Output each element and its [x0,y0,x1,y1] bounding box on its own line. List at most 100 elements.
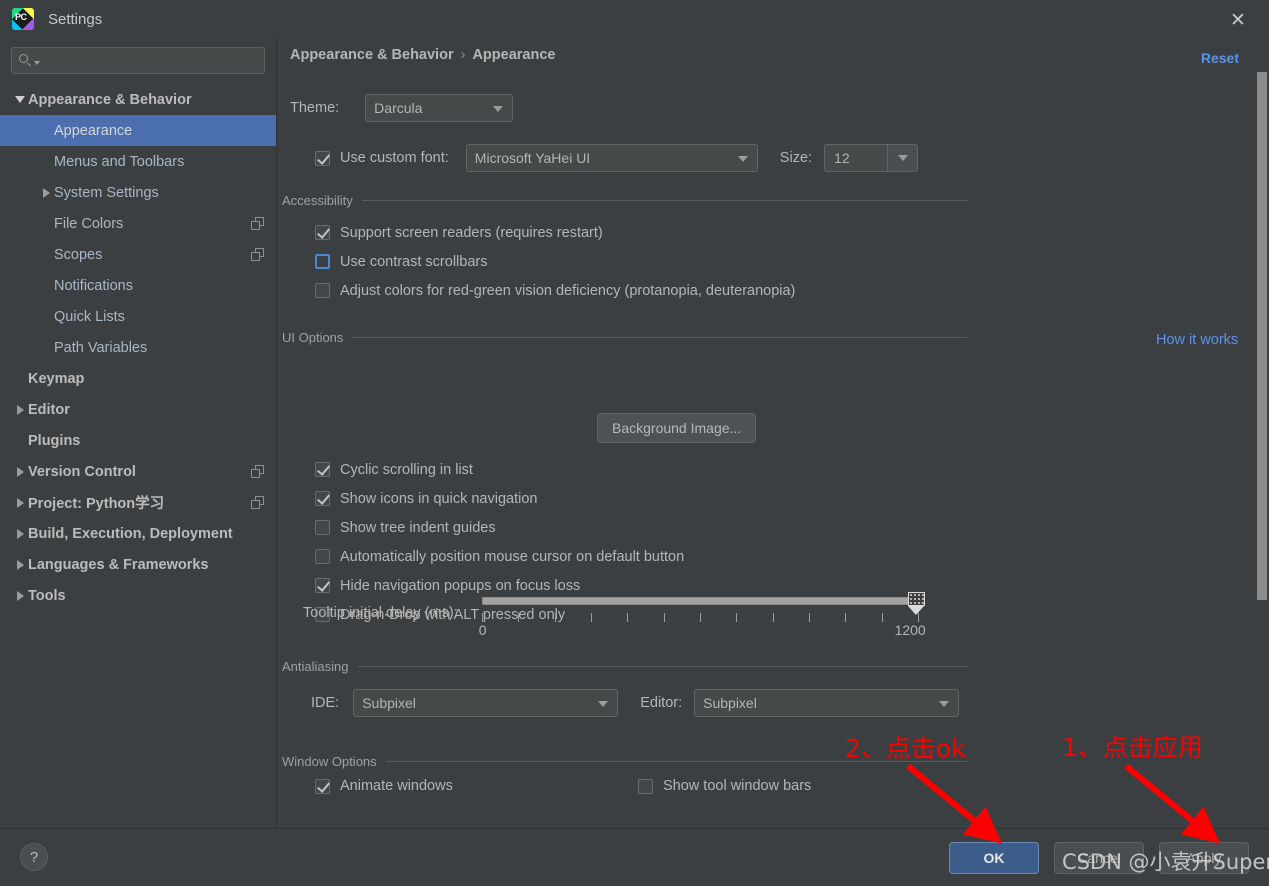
sidebar-item-quick-lists[interactable]: Quick Lists [0,301,276,332]
sidebar-item-appearance[interactable]: Appearance [0,115,276,146]
ui-option-checkbox-2[interactable] [315,520,330,535]
font-size-label: Size: [779,150,813,166]
ui-option-checkbox-3[interactable] [315,549,330,564]
antialiasing-row: IDE: Subpixel Editor: Subpixel [311,689,960,717]
sidebar-item-languages-frameworks[interactable]: Languages & Frameworks [0,549,276,580]
sidebar-item-label: System Settings [54,184,159,201]
chevron-right-icon[interactable] [12,580,28,611]
sidebar-item-label: Appearance & Behavior [28,91,192,108]
sidebar-item-path-variables[interactable]: Path Variables [0,332,276,363]
theme-select[interactable]: Darcula [365,94,514,122]
chevron-down-icon [493,106,504,112]
dialog-footer: ? OK Cancel Apply [0,828,1269,886]
window-title: Settings [48,10,103,28]
show-tool-window-bars-checkbox[interactable] [638,778,653,794]
search-input[interactable] [44,53,257,68]
ui-option-label: Show tree indent guides [340,519,496,536]
accessibility-option-row: Adjust colors for red-green vision defic… [315,276,795,305]
search-box[interactable] [11,47,265,74]
sidebar-item-menus-and-toolbars[interactable]: Menus and Toolbars [0,146,276,177]
chevron-right-icon[interactable] [38,177,54,208]
ui-option-checkbox-1[interactable] [315,491,330,506]
accessibility-checkbox-1[interactable] [315,254,330,269]
tooltip-delay-row: Tooltip initial delay (ms): 0 1200 [303,591,926,643]
chevron-right-icon[interactable] [12,549,28,580]
section-divider [361,200,967,201]
sidebar-item-build-execution-deployment[interactable]: Build, Execution, Deployment [0,518,276,549]
tooltip-delay-slider[interactable]: 0 1200 [479,591,926,643]
pycharm-icon [12,8,34,30]
vertical-scrollbar[interactable] [1255,38,1269,828]
sidebar-item-tools[interactable]: Tools [0,580,276,611]
ui-option-row: Cyclic scrolling in list [315,455,684,484]
section-divider [352,337,967,338]
scrollbar-thumb[interactable] [1257,72,1267,600]
antialiasing-title: Antialiasing [282,659,349,674]
ui-option-row: Show icons in quick navigation [315,484,684,513]
sidebar-item-scopes[interactable]: Scopes [0,239,276,270]
slider-thumb[interactable] [907,592,925,615]
sidebar-item-project-python[interactable]: Project: Python学习 [0,487,276,518]
chevron-right-icon[interactable] [12,394,28,425]
accessibility-checkbox-0[interactable] [315,225,330,240]
section-divider [385,761,967,762]
theme-row: Theme: Darcula [290,94,514,122]
animate-windows-checkbox[interactable] [315,778,330,794]
reset-link[interactable]: Reset [1201,50,1239,66]
ide-antialiasing-select[interactable]: Subpixel [353,689,619,717]
font-size-dropdown-button[interactable] [887,145,918,171]
close-icon[interactable]: ✕ [1225,7,1251,33]
custom-font-select[interactable]: Microsoft YaHei UI [465,144,758,172]
sidebar-item-notifications[interactable]: Notifications [0,270,276,301]
font-size-value[interactable]: 12 [825,150,887,166]
font-size-select[interactable]: 12 [824,144,919,172]
settings-dialog: Settings ✕ Appearance & BehaviorAppearan… [0,0,1269,886]
editor-antialiasing-select[interactable]: Subpixel [694,689,960,717]
chevron-down-icon [598,701,609,707]
sidebar-item-plugins[interactable]: Plugins [0,425,276,456]
breadcrumb-current: Appearance [472,47,556,63]
chevron-down-icon[interactable] [12,84,28,115]
chevron-right-icon[interactable] [12,518,28,549]
slider-tick [735,613,737,622]
sidebar-item-system-settings[interactable]: System Settings [0,177,276,208]
breadcrumb: Appearance & Behavior › Appearance [290,47,555,63]
ui-option-checkbox-0[interactable] [315,462,330,477]
how-it-works-link[interactable]: How it works [1156,332,1238,348]
breadcrumb-parent[interactable]: Appearance & Behavior [290,47,454,63]
antialiasing-section-header: Antialiasing [282,659,967,674]
sidebar-item-version-control[interactable]: Version Control [0,456,276,487]
animate-windows-row: Animate windows [315,778,453,794]
use-custom-font-checkbox[interactable] [315,150,330,166]
chevron-down-icon [939,701,950,707]
chevron-down-icon[interactable] [34,60,40,65]
sidebar-item-appearance-behavior[interactable]: Appearance & Behavior [0,84,276,115]
copy-settings-icon[interactable] [251,217,264,230]
sidebar-item-editor[interactable]: Editor [0,394,276,425]
copy-settings-icon[interactable] [251,248,264,261]
ui-options-section-header: UI Options [282,330,967,345]
accessibility-checkbox-2[interactable] [315,283,330,298]
apply-button[interactable]: Apply [1159,842,1249,874]
copy-settings-icon[interactable] [251,496,264,509]
ok-button[interactable]: OK [949,842,1039,874]
chevron-right-icon[interactable] [12,487,28,518]
cancel-button[interactable]: Cancel [1054,842,1144,874]
section-divider [357,666,967,667]
chevron-right-icon[interactable] [12,456,28,487]
slider-tick [881,613,883,622]
copy-settings-icon[interactable] [251,465,264,478]
theme-label: Theme: [290,100,340,116]
background-image-button[interactable]: Background Image... [597,413,757,443]
slider-track[interactable] [481,597,919,605]
sidebar-item-label: Quick Lists [54,308,125,325]
sidebar-item-keymap[interactable]: Keymap [0,363,276,394]
sidebar-item-file-colors[interactable]: File Colors [0,208,276,239]
sidebar-item-label: Notifications [54,277,133,294]
sidebar-item-label: Appearance [54,122,133,139]
help-button[interactable]: ? [20,843,48,871]
custom-font-row: Use custom font: Microsoft YaHei UI Size… [315,144,919,172]
